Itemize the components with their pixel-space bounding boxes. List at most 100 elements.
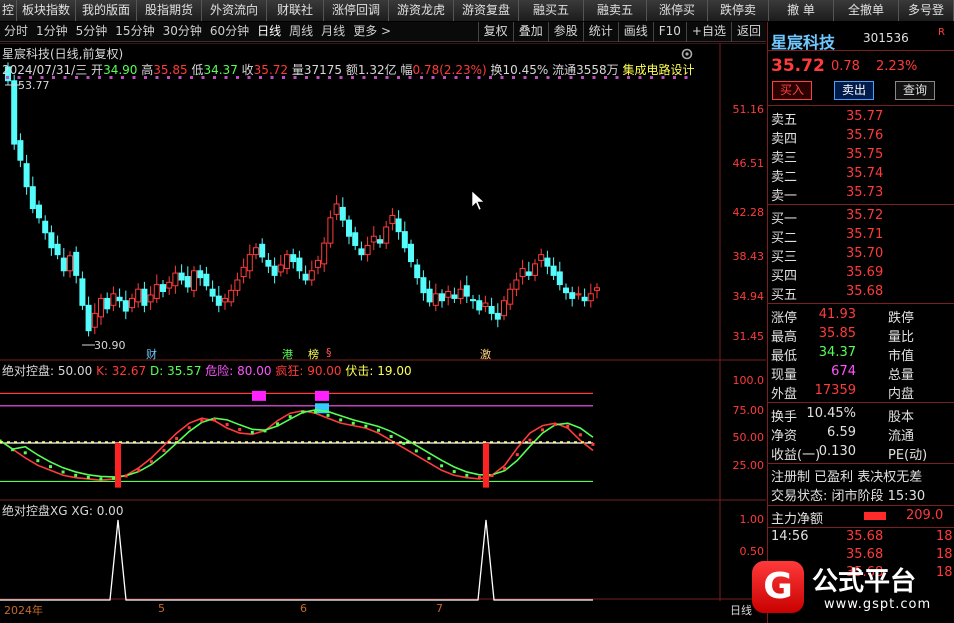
top-toolbar: 控板块指数 我的版面 股指期货 外资流向 财联社 涨停回调 游资龙虎 游资复盘 融买五 融卖五 涨停… bbox=[0, 0, 954, 21]
toolbar-button-6[interactable]: 涨停回调 bbox=[324, 0, 389, 21]
candle bbox=[290, 254, 297, 263]
candle bbox=[160, 284, 166, 293]
price-axis-label: 38.43 bbox=[732, 250, 765, 263]
kline-chart[interactable]: 53.77 30.90 bbox=[0, 43, 766, 623]
toolbar-button-1[interactable]: 板块指数 bbox=[17, 0, 76, 21]
toolbar-button-5[interactable]: 财联社 bbox=[267, 0, 324, 21]
quote-panel: 星宸科技 301536 R 35.72 0.78 2.23% 买入 卖出 查询 … bbox=[767, 22, 954, 623]
candle bbox=[17, 140, 24, 161]
price-axis-label: 34.94 bbox=[732, 290, 765, 303]
chart-tool-5[interactable]: F10 bbox=[652, 22, 686, 42]
buy-price: 35.69 bbox=[846, 265, 884, 280]
histogram-dot bbox=[515, 453, 519, 457]
stat-value: 674 bbox=[831, 364, 856, 379]
histogram-dot bbox=[200, 419, 204, 423]
histogram-dot bbox=[175, 437, 179, 441]
gspt-logo: G 公式平台 www.gspt.com bbox=[752, 557, 954, 617]
histogram-dot bbox=[578, 433, 582, 437]
candle bbox=[556, 271, 563, 286]
chart-tool-4[interactable]: 画线 bbox=[617, 22, 653, 42]
toolbar-button-12[interactable]: 跌停卖 bbox=[708, 0, 769, 21]
toolbar-button-0[interactable]: 控 bbox=[0, 0, 17, 21]
tab-2[interactable]: 5分钟 bbox=[72, 22, 112, 42]
info-line-2: 交易状态: 闭市阶段 15:30 bbox=[771, 489, 926, 504]
danger-value: 80.00 bbox=[237, 364, 272, 378]
dot bbox=[86, 76, 90, 79]
toolbar-button-7[interactable]: 游资龙虎 bbox=[389, 0, 454, 21]
toolbar-button-8[interactable]: 游资复盘 bbox=[454, 0, 519, 21]
main-flow-row: 主力净额 209.0 bbox=[768, 507, 954, 527]
sell-label: 卖三 bbox=[771, 151, 798, 166]
dot bbox=[592, 76, 596, 79]
signal-square bbox=[252, 390, 266, 401]
toolbar-button-3[interactable]: 股指期货 bbox=[137, 0, 202, 21]
dot bbox=[132, 76, 136, 79]
candle bbox=[525, 271, 532, 276]
query-button[interactable]: 查询 bbox=[895, 81, 935, 100]
timeframe-tabbar: 分时 1分钟 5分钟 15分钟 30分钟 60分钟 日线 周线 月线 更多 > 复权 叠加 参股 统计 画线… bbox=[0, 22, 766, 42]
stat-row: 换手 10.45% 股本 bbox=[768, 405, 954, 425]
divider bbox=[768, 463, 954, 464]
chart-tool-6[interactable]: +自选 bbox=[685, 22, 731, 42]
chart-tool-2[interactable]: 参股 bbox=[547, 22, 583, 42]
candle bbox=[209, 288, 216, 297]
x-axis-label: 6 bbox=[300, 602, 307, 615]
candle bbox=[587, 293, 594, 302]
candle bbox=[333, 203, 340, 215]
dot bbox=[6, 76, 9, 79]
histogram-dot bbox=[48, 465, 52, 469]
candle bbox=[401, 231, 408, 249]
toolbar-button-10[interactable]: 融卖五 bbox=[584, 0, 647, 21]
chart-tool-0[interactable]: 复权 bbox=[477, 22, 513, 42]
bar-date: 2024/07/31/三 bbox=[2, 63, 88, 77]
candle bbox=[228, 289, 235, 303]
tab-8[interactable]: 月线 bbox=[317, 22, 349, 42]
candle bbox=[519, 267, 526, 278]
histogram-dot bbox=[137, 468, 141, 472]
tab-0[interactable]: 分时 bbox=[0, 22, 32, 42]
candle bbox=[346, 219, 352, 237]
tab-6[interactable]: 日线 bbox=[253, 22, 285, 42]
candle bbox=[104, 297, 111, 310]
histogram-dot bbox=[351, 421, 355, 425]
tab-9[interactable]: 更多 > bbox=[349, 22, 395, 42]
dot bbox=[431, 76, 435, 79]
ambush-value: 19.00 bbox=[377, 364, 412, 378]
tab-5[interactable]: 60分钟 bbox=[206, 22, 253, 42]
stock-code: 301536 bbox=[863, 31, 909, 45]
candle bbox=[308, 270, 315, 281]
chart-tool-3[interactable]: 统计 bbox=[582, 22, 618, 42]
gear-icon[interactable] bbox=[680, 47, 694, 61]
sell-price: 35.77 bbox=[846, 109, 884, 124]
buy-button[interactable]: 买入 bbox=[772, 81, 812, 100]
candle bbox=[494, 312, 501, 320]
toolbar-button-15[interactable]: 多号登 bbox=[899, 0, 954, 21]
histogram-dot bbox=[364, 424, 368, 428]
toolbar-button-9[interactable]: 融买五 bbox=[519, 0, 584, 21]
chart-tool-1[interactable]: 叠加 bbox=[512, 22, 548, 42]
toolbar-button-2[interactable]: 我的版面 bbox=[76, 0, 137, 21]
candle bbox=[463, 285, 470, 297]
tab-3[interactable]: 15分钟 bbox=[111, 22, 158, 42]
price-axis-label: 46.51 bbox=[732, 157, 765, 170]
histogram-dot bbox=[225, 422, 229, 426]
candle bbox=[246, 254, 253, 272]
candle bbox=[470, 299, 476, 302]
chart-tool-7[interactable]: 返回 bbox=[730, 22, 766, 42]
tab-1[interactable]: 1分钟 bbox=[32, 22, 72, 42]
candle bbox=[383, 226, 390, 244]
toolbar-button-14[interactable]: 全撤单 bbox=[834, 0, 899, 21]
histogram-dot bbox=[162, 449, 166, 453]
candle bbox=[284, 254, 290, 269]
high-value: 35.85 bbox=[153, 63, 188, 77]
candle bbox=[569, 292, 576, 299]
dot bbox=[190, 76, 193, 79]
dot bbox=[75, 76, 78, 79]
toolbar-button-4[interactable]: 外资流向 bbox=[202, 0, 267, 21]
tab-4[interactable]: 30分钟 bbox=[159, 22, 206, 42]
toolbar-button-11[interactable]: 涨停买 bbox=[647, 0, 708, 21]
tab-7[interactable]: 周线 bbox=[285, 22, 317, 42]
sell-button[interactable]: 卖出 bbox=[834, 81, 874, 100]
buy-price: 35.68 bbox=[846, 284, 884, 299]
toolbar-button-13[interactable]: 撤 单 bbox=[769, 0, 834, 21]
